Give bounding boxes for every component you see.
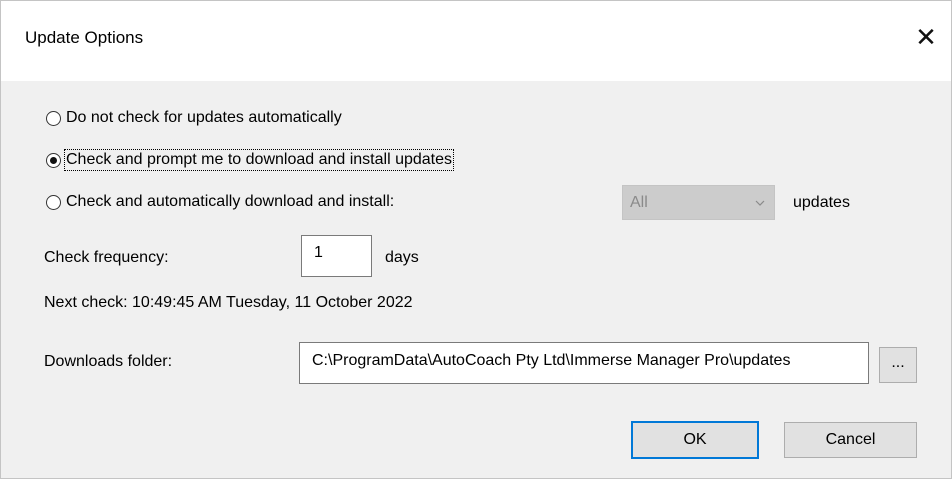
browse-button[interactable]: ...: [879, 347, 917, 383]
downloads-folder-input[interactable]: C:\ProgramData\AutoCoach Pty Ltd\Immerse…: [299, 342, 869, 384]
option-prompt-label[interactable]: Check and prompt me to download and inst…: [63, 149, 455, 171]
option-prompt[interactable]: Check and prompt me to download and inst…: [46, 147, 455, 173]
radio-no-check[interactable]: [46, 110, 61, 126]
update-type-select[interactable]: All: [622, 185, 775, 220]
frequency-label: Check frequency:: [44, 249, 169, 266]
cancel-button[interactable]: Cancel: [784, 422, 917, 458]
radio-auto-install[interactable]: [46, 194, 61, 210]
chevron-down-icon: [755, 200, 765, 206]
updates-suffix: updates: [793, 194, 850, 211]
title-bar: Update Options ✕: [1, 1, 951, 81]
frequency-unit: days: [385, 249, 419, 266]
ok-button[interactable]: OK: [631, 421, 759, 459]
downloads-folder-label: Downloads folder:: [44, 353, 173, 370]
dialog-title: Update Options: [25, 28, 144, 47]
option-no-check[interactable]: Do not check for updates automatically: [46, 105, 342, 131]
option-auto-install-label[interactable]: Check and automatically download and ins…: [66, 193, 394, 211]
update-options-dialog: Update Options ✕ Do not check for update…: [0, 0, 952, 479]
close-icon[interactable]: ✕: [906, 17, 946, 57]
option-no-check-label[interactable]: Do not check for updates automatically: [66, 109, 342, 127]
radio-prompt[interactable]: [46, 152, 61, 168]
next-check-text: Next check: 10:49:45 AM Tuesday, 11 Octo…: [44, 294, 413, 311]
frequency-input[interactable]: 1: [301, 235, 372, 277]
option-auto-install[interactable]: Check and automatically download and ins…: [46, 189, 394, 215]
update-type-value: All: [630, 194, 648, 211]
